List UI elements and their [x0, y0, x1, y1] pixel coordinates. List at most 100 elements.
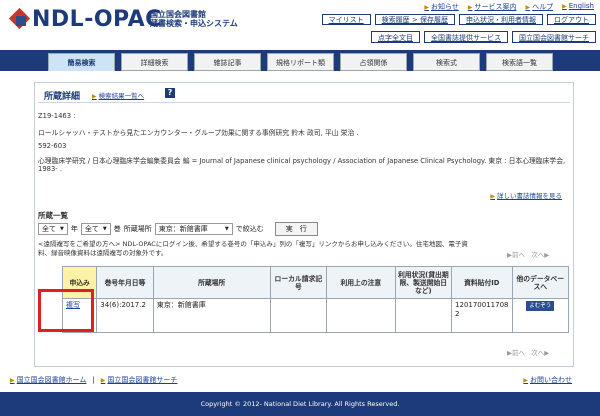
link-service[interactable]: ▶ サービス案内	[468, 2, 517, 12]
tab-search-formula[interactable]: 検索式	[413, 53, 480, 71]
arrow-icon: ▶	[92, 93, 97, 100]
chevron-down-icon: ▼	[224, 226, 229, 232]
top-links: ▶ お知らせ ▶ サービス案内 ▶ ヘルプ ▶ English	[424, 2, 594, 12]
table-header-row: 申込み 巻号年月日等 所蔵場所 ローカル請求記号 利用上の注意 利用状況(貸出期…	[61, 266, 569, 299]
mylist-button[interactable]: マイリスト	[321, 14, 371, 25]
logout-button[interactable]: ログアウト	[547, 14, 596, 25]
other-db-cell: よむぞう	[511, 298, 569, 333]
item-id-cell: 1201700117082	[451, 298, 513, 333]
journal-year: 1983- .	[38, 165, 63, 173]
request-status-button[interactable]: 申込状況・利用者情報	[459, 14, 543, 25]
holdings-heading: 所蔵一覧	[38, 211, 68, 220]
tab-search-terms[interactable]: 検索語一覧	[486, 53, 553, 71]
next-label: 次へ	[531, 251, 545, 259]
bib-link-label: 詳しい書誌情報を見る	[497, 192, 562, 200]
back-link-label: 検索結果一覧へ	[98, 92, 145, 100]
footer-separator: |	[92, 376, 95, 384]
ndl-search-button[interactable]: 国立国会図書館サーチ	[512, 31, 596, 43]
col-local-call: ローカル請求記号	[269, 266, 328, 299]
search-tabs: 簡易検索 詳細検索 雑誌記事 規格リポート類 占領関係 検索式 検索語一覧	[48, 53, 553, 71]
link-help[interactable]: ▶ ヘルプ	[525, 2, 553, 12]
year-unit-label: 年	[70, 225, 78, 233]
next-label: 次へ	[531, 349, 545, 357]
pager-top: ▶前へ 次へ▶	[507, 249, 549, 259]
usage-note-cell	[326, 298, 396, 333]
col-location: 所蔵場所	[152, 266, 271, 299]
table-row: 複写 34(6):2017.2 東京：新館書庫 1201700117082 よむ…	[61, 298, 569, 333]
copyright-footer: Copyright © 2012- National Diet Library.…	[0, 392, 600, 416]
ndl-home-link[interactable]: ▶ 国立国会図書館ホーム	[10, 375, 86, 385]
footer-links: ▶ 国立国会図書館ホーム | ▶ 国立国会図書館サーチ	[10, 375, 177, 385]
note-line-1: <遠隔複写をご希望の方へ> NDL-OPACにログイン後、希望する巻号の「申込み…	[38, 240, 468, 248]
location-cell: 東京：新館書庫	[152, 298, 271, 333]
location-value: 東京：新館書庫	[158, 225, 208, 233]
filter-volume-value: 全て	[84, 225, 99, 233]
location-select[interactable]: 東京：新館書庫 ▼	[154, 223, 233, 235]
tab-simple-search[interactable]: 簡易検索	[48, 53, 115, 71]
call-number: Z19-1463 :	[38, 112, 76, 120]
arrow-icon: ▶	[525, 4, 531, 11]
user-nav: マイリスト 検索履歴 > 保存履歴 申込状況・利用者情報 ログアウト	[321, 14, 596, 25]
contact-label: お問い合わせ	[530, 376, 572, 384]
prev-page-link[interactable]: ▶前へ	[507, 251, 525, 259]
logo-icon-inner	[16, 16, 26, 26]
run-filter-button[interactable]: 実 行	[274, 222, 318, 236]
narrow-label: で絞込む	[235, 225, 264, 233]
arrow-icon: ▶	[100, 377, 106, 384]
logo-subtitle-line2: 蔵書検索・申込システム	[150, 19, 238, 28]
tab-standards-reports[interactable]: 規格リポート類	[267, 53, 334, 71]
contact-link[interactable]: ▶ お問い合わせ	[523, 375, 572, 385]
col-item-id: 資料貼付ID	[451, 266, 513, 299]
site-logo[interactable]: NDL-OPAC	[32, 7, 162, 32]
arrow-icon: ▶	[523, 377, 528, 384]
bib-details-link[interactable]: ▶ 詳しい書誌情報を見る	[490, 190, 562, 200]
external-nav: 点字全文目 全国書誌提供サービス 国立国会図書館サーチ	[371, 31, 596, 43]
article-title: ロールシャッハ・テストから見たエンカウンター・グループ効果に関する事例研究 鈴木…	[38, 129, 359, 137]
arrow-icon: ▶	[424, 4, 429, 11]
arrow-icon: ▶	[10, 377, 15, 384]
link-news[interactable]: ▶ お知らせ	[424, 2, 459, 12]
back-to-results-link[interactable]: ▶ 検索結果一覧へ	[92, 90, 144, 100]
local-call-cell	[269, 298, 328, 333]
divider	[38, 102, 570, 103]
col-volume: 巻号年月日等	[96, 266, 154, 299]
arrow-icon: ▶	[562, 3, 567, 10]
logo-subtitle: 国立国会図書館 蔵書検索・申込システム	[150, 10, 238, 28]
prev-page-link[interactable]: ▶前へ	[507, 349, 525, 357]
filter-year-value: 全て	[42, 225, 56, 233]
next-page-link[interactable]: 次へ▶	[531, 251, 549, 259]
tab-occupation[interactable]: 占領関係	[340, 53, 407, 71]
next-page-link[interactable]: 次へ▶	[531, 349, 549, 357]
holdings-table: 申込み 巻号年月日等 所蔵場所 ローカル請求記号 利用上の注意 利用状況(貸出期…	[61, 266, 569, 333]
tab-advanced-search[interactable]: 詳細検索	[121, 53, 188, 71]
col-usage-note: 利用上の注意	[326, 266, 396, 299]
braille-button[interactable]: 点字全文目	[371, 31, 420, 43]
journal-title: 心理臨床学研究 / 日本心理臨床学会編集委員会 編 = Journal of J…	[38, 157, 566, 165]
search-history-label: 検索履歴	[381, 16, 410, 24]
national-bib-button[interactable]: 全国書誌提供サービス	[424, 31, 508, 43]
note-line-2: 料、録音映像資料は遠隔複写の対象外です。	[38, 249, 168, 257]
chevron-down-icon: ▼	[102, 226, 107, 232]
status-cell	[394, 298, 453, 333]
prev-label: 前へ	[512, 251, 525, 259]
tab-journal-articles[interactable]: 雑誌記事	[194, 53, 261, 71]
page-range: 592-603	[38, 142, 67, 150]
filter-volume-select[interactable]: 全て ▼	[80, 223, 111, 235]
highlight-box	[38, 289, 94, 332]
site-header: NDL-OPAC 国立国会図書館 蔵書検索・申込システム ▶ お知らせ ▶ サービス…	[0, 0, 600, 44]
holdings-filters: 全て ▼ 年 全て ▼ 巻 所蔵場所 東京：新館書庫 ▼ で絞込む 実 行	[38, 222, 318, 236]
search-history-button[interactable]: 検索履歴 > 保存履歴	[374, 14, 455, 25]
save-history-label: 保存履歴	[420, 16, 448, 24]
ndl-search-link[interactable]: ▶ 国立国会図書館サーチ	[101, 375, 178, 385]
help-icon[interactable]: ?	[165, 88, 175, 98]
remote-copy-note: <遠隔複写をご希望の方へ> NDL-OPACにログイン後、希望する巻号の「申込み…	[38, 240, 508, 258]
page-title: 所蔵詳細	[44, 92, 81, 102]
location-label: 所蔵場所	[123, 225, 152, 233]
arrow-icon: ▶	[467, 4, 473, 11]
prev-label: 前へ	[512, 349, 525, 357]
link-english[interactable]: ▶ English	[562, 2, 594, 12]
yomuzo-button[interactable]: よむぞう	[526, 301, 555, 311]
filter-year-select[interactable]: 全て ▼	[38, 223, 68, 235]
col-status: 利用状況(貸出期限、製送開始日など)	[394, 266, 453, 299]
pager-bottom: ▶前へ 次へ▶	[507, 347, 549, 357]
